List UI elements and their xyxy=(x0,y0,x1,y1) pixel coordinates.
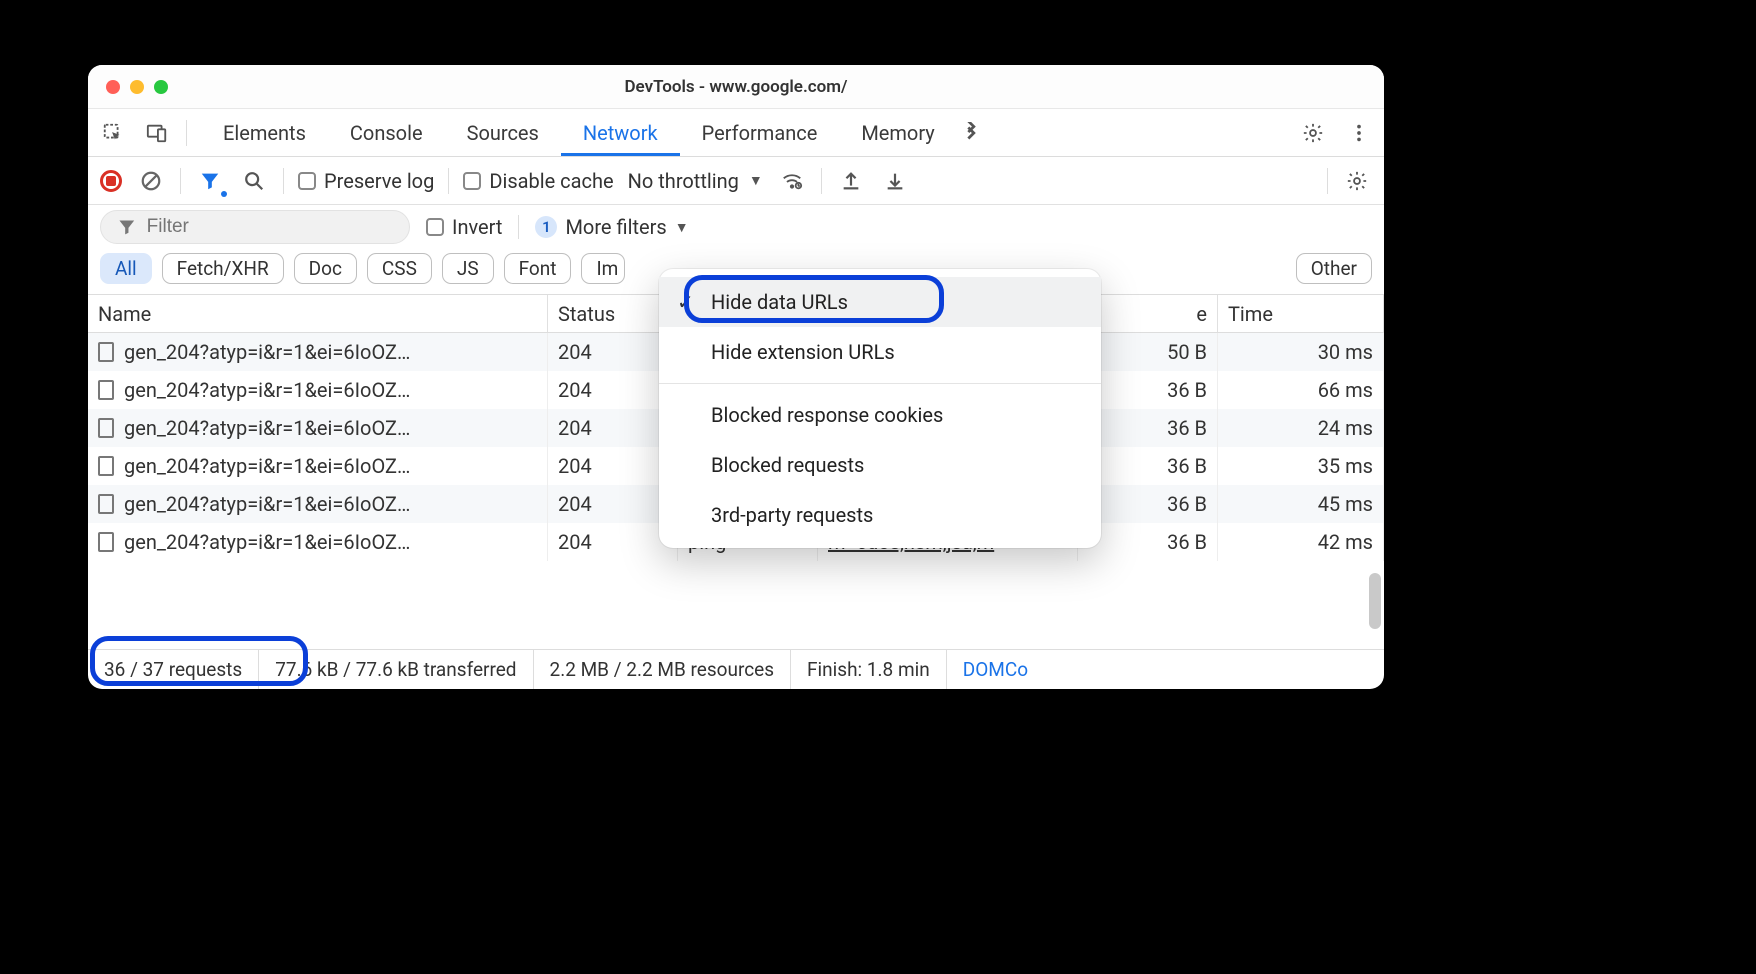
tab-memory[interactable]: Memory xyxy=(839,109,956,156)
col-name[interactable]: Name xyxy=(88,295,548,333)
more-tabs-icon[interactable] xyxy=(957,118,987,148)
cell-name: gen_204?atyp=i&r=1&ei=6IoOZ… xyxy=(88,333,548,371)
cell-name: gen_204?atyp=i&r=1&ei=6IoOZ… xyxy=(88,485,548,523)
separator xyxy=(283,168,284,194)
throttling-value: No throttling xyxy=(628,169,739,193)
cell-time: 35 ms xyxy=(1218,447,1384,485)
tab-network[interactable]: Network xyxy=(561,109,680,156)
cell-name: gen_204?atyp=i&r=1&ei=6IoOZ… xyxy=(88,523,548,561)
kebab-menu-icon[interactable] xyxy=(1344,118,1374,148)
more-filters-menu: Hide data URLs Hide extension URLs Block… xyxy=(659,269,1101,548)
disable-cache-checkbox[interactable]: Disable cache xyxy=(463,169,613,193)
window-traffic-lights xyxy=(106,80,168,94)
throttling-select[interactable]: No throttling ▼ xyxy=(628,169,763,193)
cell-name: gen_204?atyp=i&r=1&ei=6IoOZ… xyxy=(88,447,548,485)
menu-blocked-response-cookies[interactable]: Blocked response cookies xyxy=(659,390,1101,440)
status-requests: 36 / 37 requests xyxy=(88,650,259,689)
chevron-down-icon: ▼ xyxy=(675,219,689,236)
separator xyxy=(186,120,187,146)
device-toolbar-icon[interactable] xyxy=(142,118,172,148)
checkbox-icon xyxy=(426,218,444,236)
window-title: DevTools - www.google.com/ xyxy=(88,77,1384,97)
more-filters-count-badge: 1 xyxy=(535,216,557,238)
invert-label: Invert xyxy=(452,215,502,239)
titlebar: DevTools - www.google.com/ xyxy=(88,65,1384,109)
menu-hide-data-urls[interactable]: Hide data URLs xyxy=(659,277,1101,327)
network-conditions-icon[interactable] xyxy=(777,166,807,196)
status-domcontentloaded: DOMCo xyxy=(947,650,1044,689)
chip-all[interactable]: All xyxy=(100,253,152,284)
menu-blocked-requests[interactable]: Blocked requests xyxy=(659,440,1101,490)
cell-time: 24 ms xyxy=(1218,409,1384,447)
separator xyxy=(821,168,822,194)
status-resources: 2.2 MB / 2.2 MB resources xyxy=(534,650,792,689)
status-finish: Finish: 1.8 min xyxy=(791,650,947,689)
chip-img-truncated[interactable]: Im xyxy=(581,253,625,284)
document-icon xyxy=(98,494,114,514)
menu-3rd-party-requests[interactable]: 3rd-party requests xyxy=(659,490,1101,540)
tab-console[interactable]: Console xyxy=(328,109,445,156)
disable-cache-label: Disable cache xyxy=(489,169,613,193)
cell-time: 66 ms xyxy=(1218,371,1384,409)
close-button[interactable] xyxy=(106,80,120,94)
status-transferred: 77.6 kB / 77.6 kB transferred xyxy=(259,650,533,689)
more-filters-label: More filters xyxy=(565,215,666,239)
chip-other[interactable]: Other xyxy=(1296,253,1372,284)
menu-divider xyxy=(659,383,1101,384)
separator xyxy=(180,168,181,194)
filter-input[interactable] xyxy=(147,216,393,238)
cell-time: 45 ms xyxy=(1218,485,1384,523)
chip-css[interactable]: CSS xyxy=(367,253,432,284)
chip-fetch-xhr[interactable]: Fetch/XHR xyxy=(162,253,284,284)
document-icon xyxy=(98,342,114,362)
separator xyxy=(448,168,449,194)
scrollbar-thumb[interactable] xyxy=(1369,573,1381,629)
chip-doc[interactable]: Doc xyxy=(294,253,357,284)
inspect-element-icon[interactable] xyxy=(98,118,128,148)
checkbox-icon xyxy=(298,172,316,190)
tab-sources[interactable]: Sources xyxy=(445,109,561,156)
separator xyxy=(518,215,519,239)
upload-har-icon[interactable] xyxy=(836,166,866,196)
minimize-button[interactable] xyxy=(130,80,144,94)
more-filters-dropdown[interactable]: 1 More filters ▼ xyxy=(535,215,688,239)
download-har-icon[interactable] xyxy=(880,166,910,196)
cell-time: 42 ms xyxy=(1218,523,1384,561)
zoom-button[interactable] xyxy=(154,80,168,94)
document-icon xyxy=(98,380,114,400)
filter-bar: Invert 1 More filters ▼ xyxy=(88,205,1384,249)
separator xyxy=(1327,168,1328,194)
document-icon xyxy=(98,532,114,552)
document-icon xyxy=(98,456,114,476)
preserve-log-label: Preserve log xyxy=(324,169,434,193)
cell-name: gen_204?atyp=i&r=1&ei=6IoOZ… xyxy=(88,371,548,409)
chip-js[interactable]: JS xyxy=(442,253,494,284)
document-icon xyxy=(98,418,114,438)
invert-checkbox[interactable]: Invert xyxy=(426,215,502,239)
devtools-window: DevTools - www.google.com/ Elements Cons… xyxy=(88,65,1384,689)
network-toolbar: Preserve log Disable cache No throttling… xyxy=(88,157,1384,205)
checkbox-icon xyxy=(463,172,481,190)
record-button[interactable] xyxy=(100,170,122,192)
cell-name: gen_204?atyp=i&r=1&ei=6IoOZ… xyxy=(88,409,548,447)
search-icon[interactable] xyxy=(239,166,269,196)
preserve-log-checkbox[interactable]: Preserve log xyxy=(298,169,434,193)
filter-icon[interactable] xyxy=(195,166,225,196)
filter-input-wrapper[interactable] xyxy=(100,210,410,244)
clear-icon[interactable] xyxy=(136,166,166,196)
settings-icon[interactable] xyxy=(1298,118,1328,148)
funnel-icon xyxy=(117,216,137,238)
network-settings-icon[interactable] xyxy=(1342,166,1372,196)
chevron-down-icon: ▼ xyxy=(749,172,763,189)
cell-time: 30 ms xyxy=(1218,333,1384,371)
tab-performance[interactable]: Performance xyxy=(680,109,840,156)
tab-elements[interactable]: Elements xyxy=(201,109,328,156)
panel-tabs: Elements Console Sources Network Perform… xyxy=(88,109,1384,157)
col-time[interactable]: Time xyxy=(1218,295,1384,333)
menu-hide-extension-urls[interactable]: Hide extension URLs xyxy=(659,327,1101,377)
status-bar: 36 / 37 requests 77.6 kB / 77.6 kB trans… xyxy=(88,649,1384,689)
chip-font[interactable]: Font xyxy=(504,253,572,284)
